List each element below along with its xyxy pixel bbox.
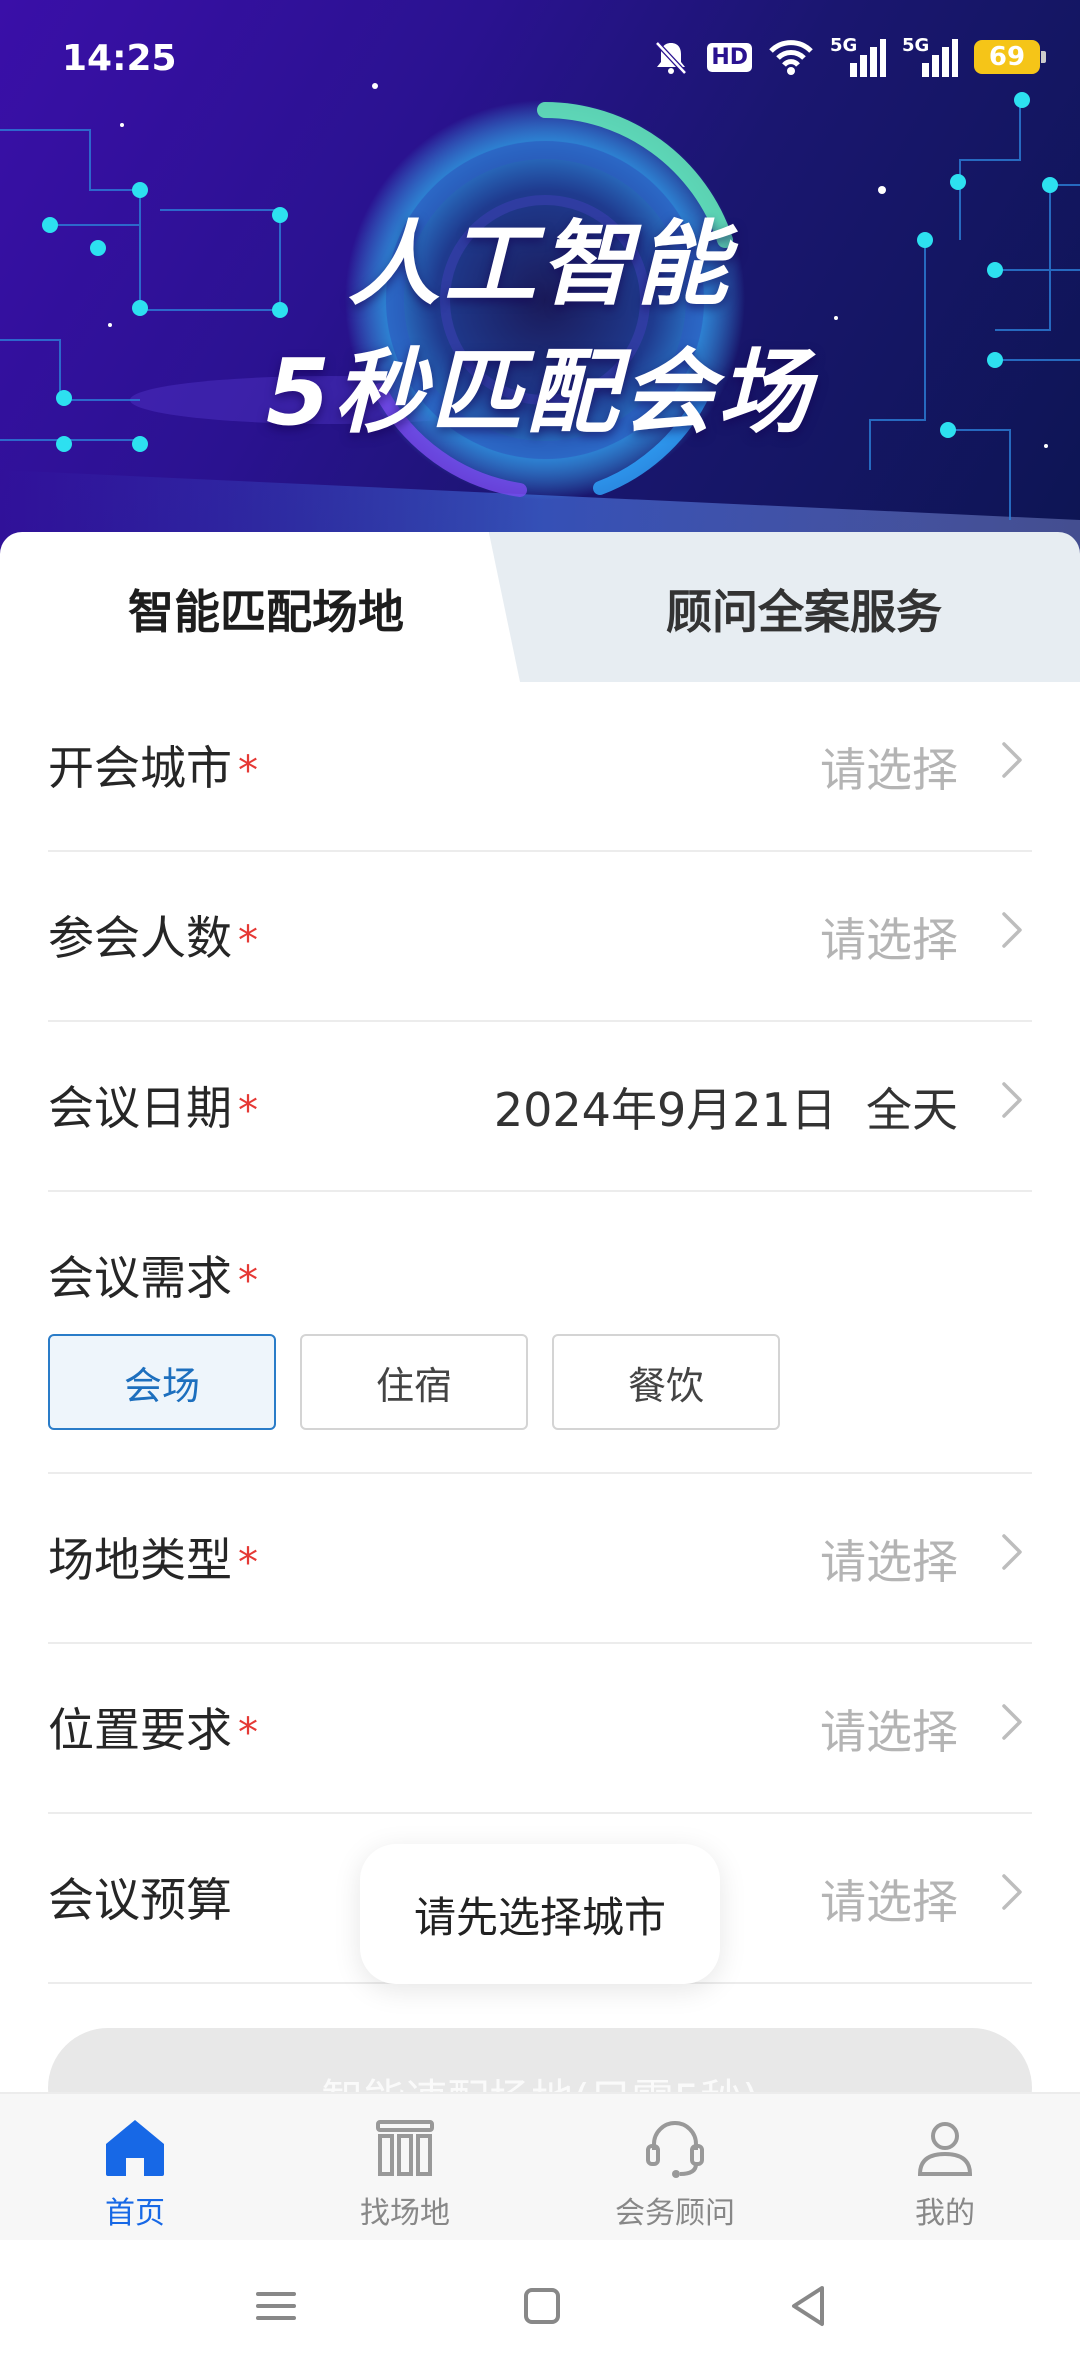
chevron-right-icon bbox=[1002, 742, 1022, 778]
tab-bar: 智能匹配场地 顾问全案服务 bbox=[0, 532, 1080, 682]
venue-type-label: 场地类型 * bbox=[48, 1533, 258, 1587]
chevron-right-icon bbox=[1002, 1082, 1022, 1118]
nav-find-venue-label: 找场地 bbox=[360, 2196, 450, 2231]
venue-match-form: 开会城市 * 请选择 参会人数 * 请选择 会议日期 * 2024年9月21日 全天 … bbox=[48, 682, 1032, 1984]
tab-consultant-service-label: 顾问全案服务 bbox=[666, 585, 942, 639]
user-icon bbox=[917, 2122, 973, 2176]
budget-label: 会议预算 bbox=[48, 1873, 232, 1927]
city-value: 请选择 bbox=[820, 743, 958, 797]
home-icon bbox=[106, 2120, 164, 2176]
required-mark: * bbox=[238, 1710, 258, 1756]
nav-mine[interactable]: 我的 bbox=[810, 2094, 1080, 2240]
venue-icon bbox=[376, 2120, 434, 2176]
back-icon[interactable] bbox=[784, 2282, 832, 2330]
status-bar: 14:25 HD 5G 5G 69 bbox=[0, 0, 1080, 120]
attendees-label: 参会人数 * bbox=[48, 911, 258, 965]
screen: 14:25 HD 5G 5G 69 人工智能 5秒匹配会场 智能匹配场地 顾问全… bbox=[0, 0, 1080, 2376]
hero-banner: 14:25 HD 5G 5G 69 人工智能 5秒匹配会场 bbox=[0, 0, 1080, 560]
option-lodging[interactable]: 住宿 bbox=[300, 1334, 528, 1430]
venue-type-value: 请选择 bbox=[820, 1535, 958, 1589]
location-label: 位置要求 * bbox=[48, 1703, 258, 1757]
network-label: 5G bbox=[902, 35, 930, 56]
nav-home[interactable]: 首页 bbox=[0, 2094, 270, 2240]
required-mark: * bbox=[238, 748, 258, 794]
hd-icon: HD bbox=[707, 42, 752, 72]
nav-consultant[interactable]: 会务顾问 bbox=[540, 2094, 810, 2240]
toast-message: 请先选择城市 bbox=[360, 1844, 720, 1984]
signal-5g-icon: 5G bbox=[902, 35, 958, 79]
required-mark: * bbox=[238, 1540, 258, 1586]
needs-options: 会场 住宿 餐饮 bbox=[48, 1334, 780, 1430]
required-mark: * bbox=[238, 918, 258, 964]
city-label: 开会城市 * bbox=[48, 741, 258, 795]
date-value: 2024年9月21日 全天 bbox=[493, 1083, 958, 1137]
location-value: 请选择 bbox=[820, 1705, 958, 1759]
required-mark: * bbox=[238, 1258, 258, 1304]
nav-find-venue[interactable]: 找场地 bbox=[270, 2094, 540, 2240]
chevron-right-icon bbox=[1002, 1534, 1022, 1570]
mute-icon bbox=[651, 37, 691, 77]
budget-value: 请选择 bbox=[820, 1875, 958, 1929]
required-mark: * bbox=[238, 1088, 258, 1134]
banner-subtitle: 5秒匹配会场 bbox=[265, 339, 814, 446]
network-label: 5G bbox=[830, 35, 858, 56]
option-catering[interactable]: 餐饮 bbox=[552, 1334, 780, 1430]
status-icons: HD 5G 5G 69 bbox=[651, 32, 1046, 82]
signal-5g-icon: 5G bbox=[830, 35, 886, 79]
wifi-icon bbox=[768, 37, 814, 77]
location-row[interactable]: 位置要求 * 请选择 bbox=[48, 1644, 1032, 1814]
chevron-right-icon bbox=[1002, 912, 1022, 948]
menu-icon[interactable] bbox=[252, 2282, 300, 2330]
battery-indicator: 69 bbox=[974, 40, 1046, 74]
chevron-right-icon bbox=[1002, 1874, 1022, 1910]
city-row[interactable]: 开会城市 * 请选择 bbox=[48, 682, 1032, 852]
option-venue[interactable]: 会场 bbox=[48, 1334, 276, 1430]
date-row[interactable]: 会议日期 * 2024年9月21日 全天 bbox=[48, 1022, 1032, 1192]
banner-title: 人工智能 bbox=[347, 211, 732, 318]
attendees-value: 请选择 bbox=[820, 913, 958, 967]
tab-smart-match-label: 智能匹配场地 bbox=[128, 585, 404, 639]
status-time: 14:25 bbox=[62, 38, 177, 79]
nav-consultant-label: 会务顾问 bbox=[615, 2196, 735, 2231]
chevron-right-icon bbox=[1002, 1704, 1022, 1740]
needs-row: 会议需求 * 会场 住宿 餐饮 bbox=[48, 1192, 1032, 1474]
nav-home-label: 首页 bbox=[105, 2196, 165, 2231]
attendees-row[interactable]: 参会人数 * 请选择 bbox=[48, 852, 1032, 1022]
needs-label: 会议需求 * bbox=[48, 1251, 258, 1305]
system-nav-bar bbox=[0, 2240, 1080, 2376]
headset-icon bbox=[646, 2121, 704, 2178]
nav-mine-label: 我的 bbox=[915, 2196, 975, 2231]
date-label: 会议日期 * bbox=[48, 1081, 258, 1135]
venue-type-row[interactable]: 场地类型 * 请选择 bbox=[48, 1474, 1032, 1644]
bottom-nav: 首页 找场地 会务顾问 我的 bbox=[0, 2092, 1080, 2240]
hd-label: HD bbox=[707, 42, 752, 72]
home-square-icon[interactable] bbox=[518, 2282, 566, 2330]
